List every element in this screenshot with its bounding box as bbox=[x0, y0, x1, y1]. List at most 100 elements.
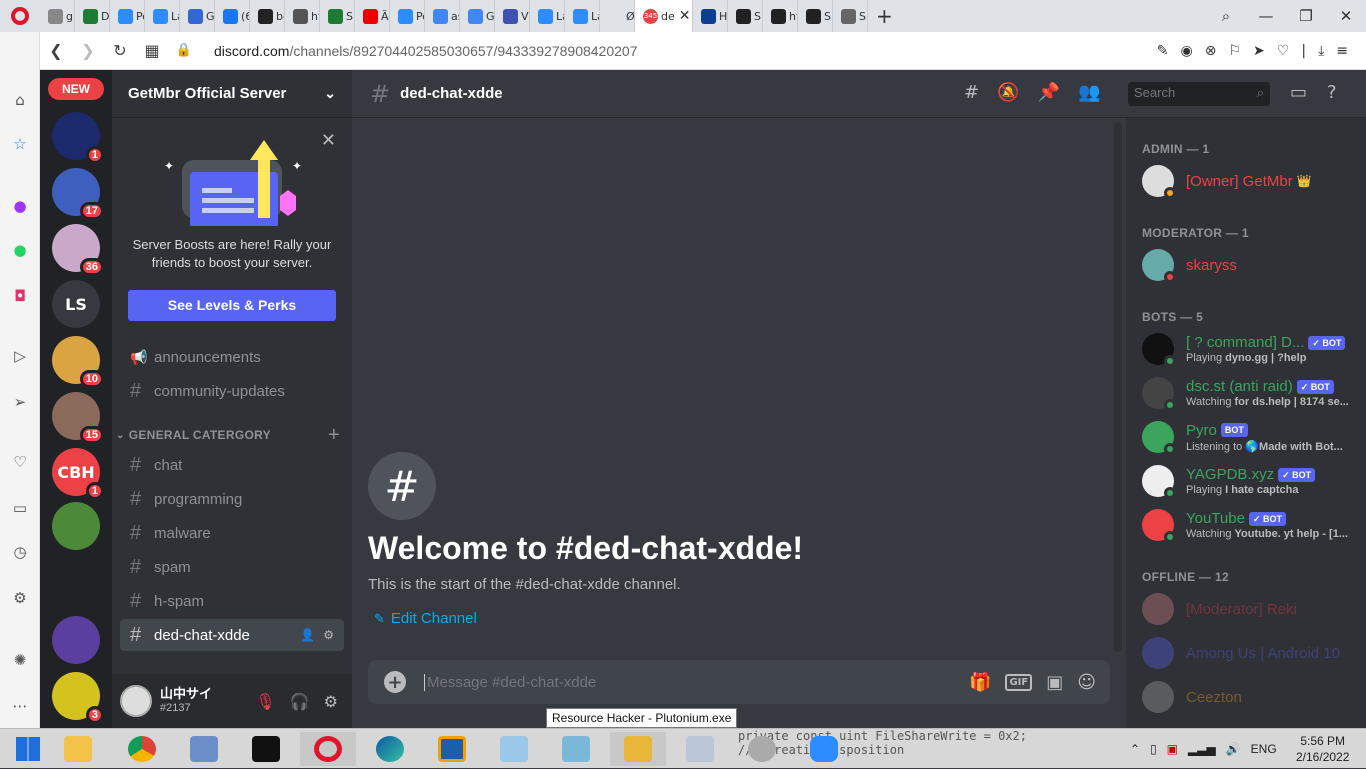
network-icon[interactable]: ▂▃▅ bbox=[1188, 742, 1216, 756]
browser-tab[interactable]: Hc bbox=[693, 0, 728, 32]
forward-button[interactable]: ❯ bbox=[72, 41, 104, 60]
monitor-app-icon[interactable] bbox=[672, 732, 728, 766]
members-icon[interactable]: 👥 bbox=[1078, 82, 1100, 103]
search-input[interactable]: Search ⌕ bbox=[1128, 82, 1270, 106]
camera-icon[interactable]: ◉ bbox=[1181, 43, 1193, 59]
close-window-button[interactable]: ✕ bbox=[1326, 7, 1366, 25]
adblock-icon[interactable]: ⊗ bbox=[1205, 43, 1217, 59]
menu-icon[interactable]: ≡ bbox=[1336, 43, 1348, 59]
browser-tab[interactable]: Sp bbox=[833, 0, 868, 32]
resource-hacker-icon[interactable] bbox=[610, 732, 666, 766]
browser-tab[interactable]: htt bbox=[763, 0, 798, 32]
channel-h-spam[interactable]: # h-spam bbox=[120, 585, 344, 617]
new-badge[interactable]: NEW bbox=[48, 78, 104, 100]
favorites-heart-icon[interactable]: ♡ bbox=[10, 452, 30, 472]
restore-button[interactable]: ❐ bbox=[1286, 7, 1326, 25]
upload-plus-icon[interactable]: + bbox=[384, 671, 406, 693]
member-item[interactable]: Pyro BOT Listening to 🌎Made with Bot... bbox=[1142, 416, 1362, 458]
server-icon[interactable]: 15 bbox=[52, 392, 104, 444]
notes-app-icon[interactable] bbox=[548, 732, 604, 766]
avatar[interactable] bbox=[120, 685, 152, 717]
history-icon[interactable]: ◷ bbox=[10, 542, 30, 562]
server-icon[interactable]: 36 bbox=[52, 224, 104, 276]
channel-chat[interactable]: # chat bbox=[120, 449, 344, 481]
server-icon[interactable] bbox=[52, 502, 100, 550]
server-icon[interactable] bbox=[52, 616, 100, 664]
browser-tab[interactable]: La bbox=[565, 0, 600, 32]
send-icon[interactable]: ➤ bbox=[1253, 43, 1265, 59]
channel-spam[interactable]: # spam bbox=[120, 551, 344, 583]
crypto-wallet-icon[interactable]: ☆ bbox=[10, 134, 30, 154]
server-icon[interactable]: 17 bbox=[52, 168, 104, 220]
user-info[interactable]: 山中サイ #2137 bbox=[160, 686, 212, 716]
opera-taskbar-icon[interactable] bbox=[300, 732, 356, 766]
member-item[interactable]: YouTube ✓ BOT Watching Youtube. yt help - … bbox=[1142, 504, 1362, 546]
security-icon[interactable]: ▣ bbox=[1167, 742, 1178, 756]
lightbulb-icon[interactable]: ✺ bbox=[10, 650, 30, 670]
more-icon[interactable]: ⋯ bbox=[10, 696, 30, 716]
user-settings-icon[interactable]: ⚙ bbox=[324, 692, 338, 711]
member-item[interactable]: dsc.st (anti raid) ✓ BOT Watching for ds.h… bbox=[1142, 372, 1362, 414]
browser-tab[interactable]: La bbox=[145, 0, 180, 32]
browser-tab[interactable]: ØT.tor bbox=[600, 0, 635, 32]
server-icon[interactable]: 3 bbox=[52, 672, 104, 724]
terminal-icon[interactable] bbox=[238, 732, 294, 766]
tabs-icon[interactable]: ▭ bbox=[10, 498, 30, 518]
settings-icon[interactable]: ⚙ bbox=[10, 588, 30, 608]
close-icon[interactable]: ✕ bbox=[321, 130, 336, 151]
browser-tab[interactable]: Sie bbox=[320, 0, 355, 32]
channel-settings-icon[interactable]: ⚙ bbox=[323, 628, 334, 642]
headphones-icon[interactable]: 🎧 bbox=[290, 692, 310, 711]
inbox-icon[interactable]: ▭ bbox=[1290, 82, 1307, 103]
mic-muted-icon[interactable]: 🎙 bbox=[255, 692, 275, 711]
speaker-app-icon[interactable] bbox=[734, 732, 790, 766]
browser-tab[interactable]: Po bbox=[110, 0, 145, 32]
reload-button[interactable]: ↻ bbox=[104, 41, 136, 60]
notification-bell-muted-icon[interactable]: 🔕 bbox=[997, 82, 1019, 103]
gif-button[interactable]: GIF bbox=[1005, 673, 1033, 691]
instagram-icon[interactable]: ◘ bbox=[10, 286, 30, 306]
browser-tab[interactable]: La bbox=[530, 0, 565, 32]
browser-tab[interactable]: Gc bbox=[460, 0, 495, 32]
tab-search-icon[interactable]: ⌕ bbox=[1206, 7, 1246, 25]
vpn-icon[interactable]: ⚐ bbox=[1228, 43, 1241, 59]
tablet-icon[interactable]: ▯ bbox=[1150, 742, 1157, 756]
invite-icon[interactable]: 👤 bbox=[300, 628, 315, 642]
server-icon[interactable] bbox=[52, 558, 100, 606]
browser-tab[interactable]: ÃM bbox=[355, 0, 390, 32]
member-item[interactable]: Ceezton bbox=[1142, 676, 1362, 718]
send-sidebar-icon[interactable]: ➢ bbox=[10, 392, 30, 412]
category-general[interactable]: ⌄ GENERAL CATERGORY + bbox=[116, 424, 348, 446]
volume-icon[interactable]: 🔊 bbox=[1226, 742, 1241, 756]
virtualbox-icon[interactable] bbox=[424, 732, 480, 766]
member-item[interactable]: skaryss bbox=[1142, 244, 1362, 286]
member-item[interactable]: Among Us | Android 10 bbox=[1142, 632, 1362, 674]
browser-tab[interactable]: Po bbox=[390, 0, 425, 32]
url-field[interactable]: discord.com/channels/892704402585030657/… bbox=[214, 43, 637, 59]
server-header[interactable]: GetMbr Official Server ⌄ bbox=[112, 70, 352, 118]
browser-tab[interactable]: Vi bbox=[495, 0, 530, 32]
heart-icon[interactable]: ♡ bbox=[1277, 43, 1290, 59]
browser-tab[interactable]: htt bbox=[285, 0, 320, 32]
chevron-up-icon[interactable]: ⌃ bbox=[1130, 742, 1140, 756]
threads-icon[interactable]: # bbox=[964, 82, 979, 103]
channel-announcements[interactable]: 📢 announcements bbox=[120, 341, 344, 373]
browser-tab[interactable]: Sir bbox=[798, 0, 833, 32]
minimize-button[interactable]: — bbox=[1246, 7, 1286, 25]
close-tab-icon[interactable]: ✕ bbox=[679, 8, 691, 24]
emoji-icon[interactable]: ☺ bbox=[1077, 672, 1096, 693]
player-icon[interactable]: ▷ bbox=[10, 346, 30, 366]
chrome-icon[interactable] bbox=[114, 732, 170, 766]
member-item[interactable]: [Owner] GetMbr 👑 bbox=[1142, 160, 1362, 202]
download-icon[interactable]: ⤓ bbox=[1318, 43, 1324, 59]
channel-programming[interactable]: # programming bbox=[120, 483, 344, 515]
channel-ded-chat-xdde[interactable]: # ded-chat-xdde 👤 ⚙ bbox=[120, 619, 344, 651]
browser-tab[interactable]: as bbox=[425, 0, 460, 32]
messenger-icon[interactable]: ● bbox=[10, 196, 30, 216]
help-icon[interactable]: ? bbox=[1327, 82, 1337, 103]
whatsapp-icon[interactable]: ● bbox=[10, 240, 30, 260]
edit-channel-link[interactable]: ✎ Edit Channel bbox=[374, 610, 477, 627]
member-item[interactable]: YAGPDB.xyz ✓ BOT Playing I hate captcha bbox=[1142, 460, 1362, 502]
gift-icon[interactable]: 🎁 bbox=[969, 672, 991, 693]
channel-community-updates[interactable]: # community-updates bbox=[120, 375, 344, 407]
